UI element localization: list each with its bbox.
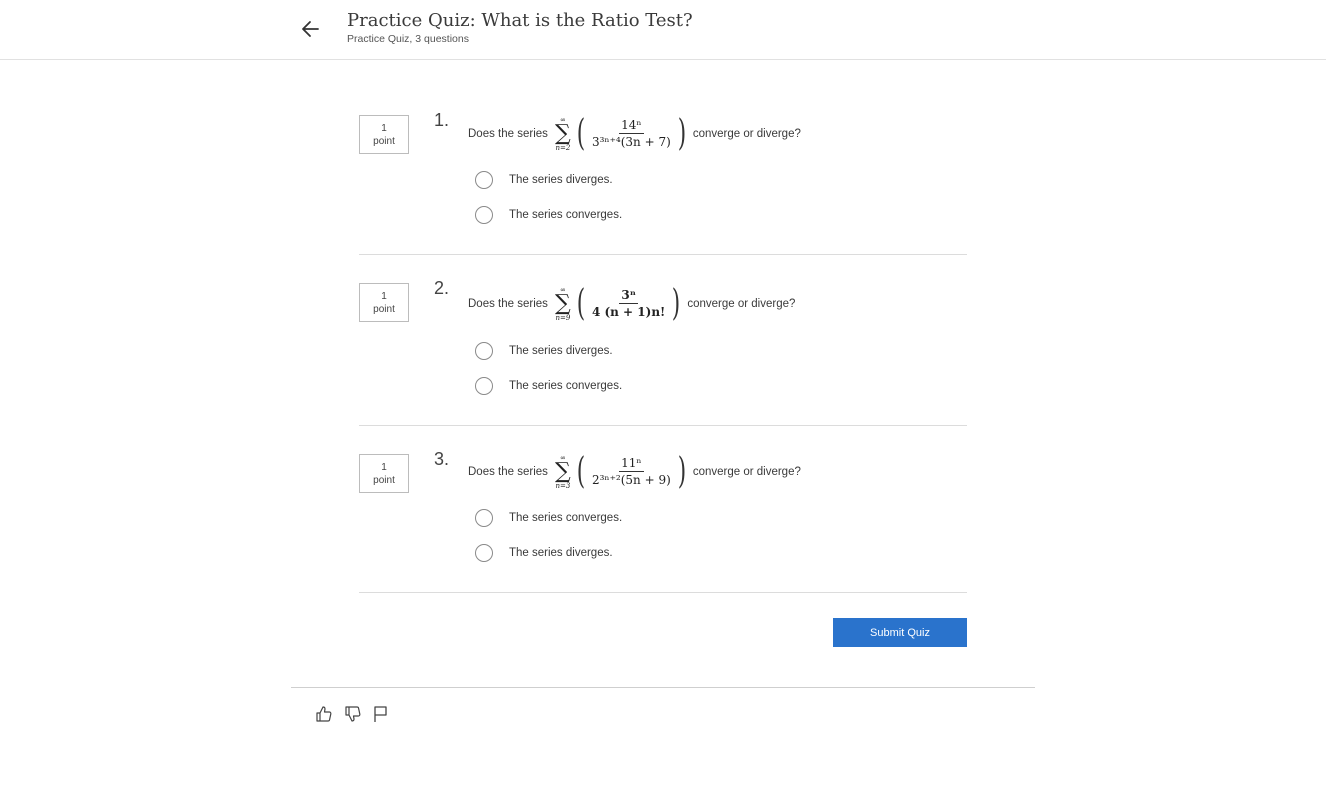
page-title: Practice Quiz: What is the Ratio Test? xyxy=(347,10,693,31)
arrow-left-icon[interactable] xyxy=(298,16,324,42)
option-label: The series converges. xyxy=(509,209,623,221)
option-label: The series diverges. xyxy=(509,547,613,559)
option-label: The series diverges. xyxy=(509,345,613,357)
points-box: 1 point xyxy=(359,283,409,322)
series-formula: ∞ ∑ n=3 ( 11ⁿ 2³ⁿ⁺²(5n + 9) ) xyxy=(552,454,689,490)
prompt-suffix: converge or diverge? xyxy=(692,128,801,140)
points-value: 1 xyxy=(381,291,387,302)
fraction-numerator: 3ⁿ xyxy=(619,288,638,304)
flag-icon[interactable] xyxy=(371,704,391,724)
fraction-numerator: 11ⁿ xyxy=(619,456,644,472)
fraction: 3ⁿ 4 (n + 1)n! xyxy=(588,288,669,320)
fraction-denominator: 4 (n + 1)n! xyxy=(591,305,666,319)
sum-lower-limit: n=2 xyxy=(555,143,571,152)
thumbs-down-icon[interactable] xyxy=(343,704,363,724)
question-prompt: Does the series ∞ ∑ n=3 ( 11ⁿ 2³ⁿ⁺²(5n +… xyxy=(468,452,801,492)
radio-button[interactable] xyxy=(475,544,493,562)
points-unit: point xyxy=(373,136,395,147)
answer-option[interactable]: The series converges. xyxy=(475,508,622,528)
radio-button[interactable] xyxy=(475,171,493,189)
thumbs-up-icon[interactable] xyxy=(314,704,334,724)
answer-option[interactable]: The series diverges. xyxy=(475,543,613,563)
answer-option[interactable]: The series converges. xyxy=(475,205,622,225)
points-value: 1 xyxy=(381,462,387,473)
series-formula: ∞ ∑ n=2 ( 14ⁿ 3³ⁿ⁺⁴(3n + 7) ) xyxy=(552,116,689,152)
prompt-suffix: converge or diverge? xyxy=(687,298,796,310)
points-box: 1 point xyxy=(359,454,409,493)
submit-quiz-button[interactable]: Submit Quiz xyxy=(833,618,967,647)
points-unit: point xyxy=(373,304,395,315)
fraction-denominator: 3³ⁿ⁺⁴(3n + 7) xyxy=(591,135,671,149)
page-header: Practice Quiz: What is the Ratio Test? P… xyxy=(0,0,1326,60)
fraction-denominator: 2³ⁿ⁺²(5n + 9) xyxy=(591,473,671,487)
question-prompt: Does the series ∞ ∑ n=2 ( 14ⁿ 3³ⁿ⁺⁴(3n +… xyxy=(468,114,801,154)
sum-symbol: ∞ ∑ n=9 xyxy=(555,285,571,322)
prompt-prefix: Does the series xyxy=(468,128,548,140)
points-box: 1 point xyxy=(359,115,409,154)
answer-option[interactable]: The series converges. xyxy=(475,376,622,396)
question-number: 2. xyxy=(434,278,450,298)
fraction: 11ⁿ 2³ⁿ⁺²(5n + 9) xyxy=(588,456,675,488)
radio-button[interactable] xyxy=(475,206,493,224)
radio-button[interactable] xyxy=(475,377,493,395)
question-number: 1. xyxy=(434,110,450,130)
question-divider xyxy=(359,254,967,255)
prompt-prefix: Does the series xyxy=(468,466,548,478)
points-unit: point xyxy=(373,475,395,486)
radio-button[interactable] xyxy=(475,509,493,527)
radio-button[interactable] xyxy=(475,342,493,360)
series-formula: ∞ ∑ n=9 ( 3ⁿ 4 (n + 1)n! ) xyxy=(552,286,683,322)
sum-lower-limit: n=9 xyxy=(555,313,571,322)
question-divider xyxy=(359,592,967,593)
fraction-numerator: 14ⁿ xyxy=(619,118,644,134)
page-subtitle: Practice Quiz, 3 questions xyxy=(347,33,469,45)
footer-divider xyxy=(291,687,1035,688)
question-divider xyxy=(359,425,967,426)
option-label: The series diverges. xyxy=(509,174,613,186)
sum-symbol: ∞ ∑ n=2 xyxy=(555,115,571,152)
question-prompt: Does the series ∞ ∑ n=9 ( 3ⁿ 4 (n + 1)n!… xyxy=(468,284,795,324)
option-label: The series converges. xyxy=(509,380,623,392)
answer-option[interactable]: The series diverges. xyxy=(475,341,613,361)
sum-lower-limit: n=3 xyxy=(555,481,571,490)
prompt-suffix: converge or diverge? xyxy=(692,466,801,478)
sum-symbol: ∞ ∑ n=3 xyxy=(555,453,571,490)
answer-option[interactable]: The series diverges. xyxy=(475,170,613,190)
prompt-prefix: Does the series xyxy=(468,298,548,310)
question-number: 3. xyxy=(434,449,450,469)
fraction: 14ⁿ 3³ⁿ⁺⁴(3n + 7) xyxy=(588,118,675,150)
option-label: The series converges. xyxy=(509,512,623,524)
points-value: 1 xyxy=(381,123,387,134)
